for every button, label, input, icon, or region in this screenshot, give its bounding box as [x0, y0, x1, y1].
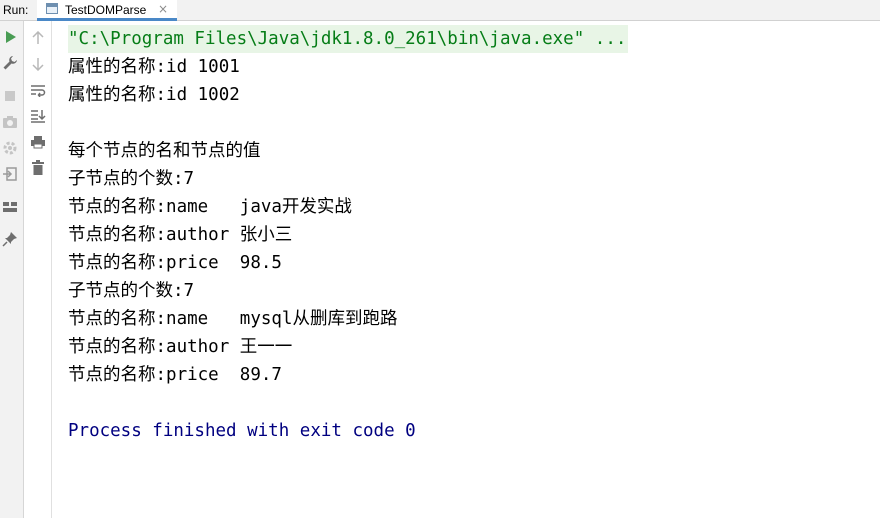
console-line: 属性的名称:id 1002 — [68, 85, 240, 105]
console-output[interactable]: "C:\Program Files\Java\jdk1.8.0_261\bin\… — [52, 21, 880, 518]
run-tab-bar: Run: TestDOMParse × — [0, 0, 880, 21]
down-arrow-icon[interactable] — [29, 55, 47, 73]
console-line: 节点的名称:author 王一一 — [68, 337, 293, 357]
console-line: 节点的名称:price 98.5 — [68, 253, 282, 273]
console-line: 节点的名称:price 89.7 — [68, 365, 282, 385]
console-line: 每个节点的名和节点的值 — [68, 141, 261, 161]
console-tab-icon — [46, 3, 58, 14]
pin-icon[interactable] — [1, 230, 19, 248]
camera-icon[interactable] — [1, 113, 19, 131]
console-line: 节点的名称:author 张小三 — [68, 225, 293, 245]
up-arrow-icon[interactable] — [29, 29, 47, 47]
run-label: Run: — [3, 3, 29, 17]
console-line: 节点的名称:name mysql从删库到跑路 — [68, 309, 398, 329]
wrench-icon[interactable] — [1, 54, 19, 72]
console-line: 子节点的个数:7 — [68, 169, 195, 189]
layout-icon[interactable] — [1, 198, 19, 216]
console-line-command: "C:\Program Files\Java\jdk1.8.0_261\bin\… — [68, 25, 629, 53]
left-toolbar — [0, 21, 24, 518]
tab-label: TestDOMParse — [65, 3, 147, 17]
trash-icon[interactable] — [29, 159, 47, 177]
console-line: 节点的名称:name java开发实战 — [68, 197, 352, 217]
print-icon[interactable] — [29, 133, 47, 151]
soft-wrap-icon[interactable] — [29, 81, 47, 99]
gear-icon[interactable] — [1, 139, 19, 157]
console-line-exit: Process finished with exit code 0 — [68, 421, 416, 441]
stop-icon[interactable] — [1, 87, 19, 105]
console-toolbar — [24, 21, 52, 518]
close-icon[interactable]: × — [158, 2, 168, 16]
scroll-to-end-icon[interactable] — [29, 107, 47, 125]
run-icon[interactable] — [1, 28, 19, 46]
exit-icon[interactable] — [1, 165, 19, 183]
console-line: 属性的名称:id 1001 — [68, 57, 240, 77]
console-line: 子节点的个数:7 — [68, 281, 195, 301]
tab-testdomparse[interactable]: TestDOMParse × — [37, 0, 177, 21]
